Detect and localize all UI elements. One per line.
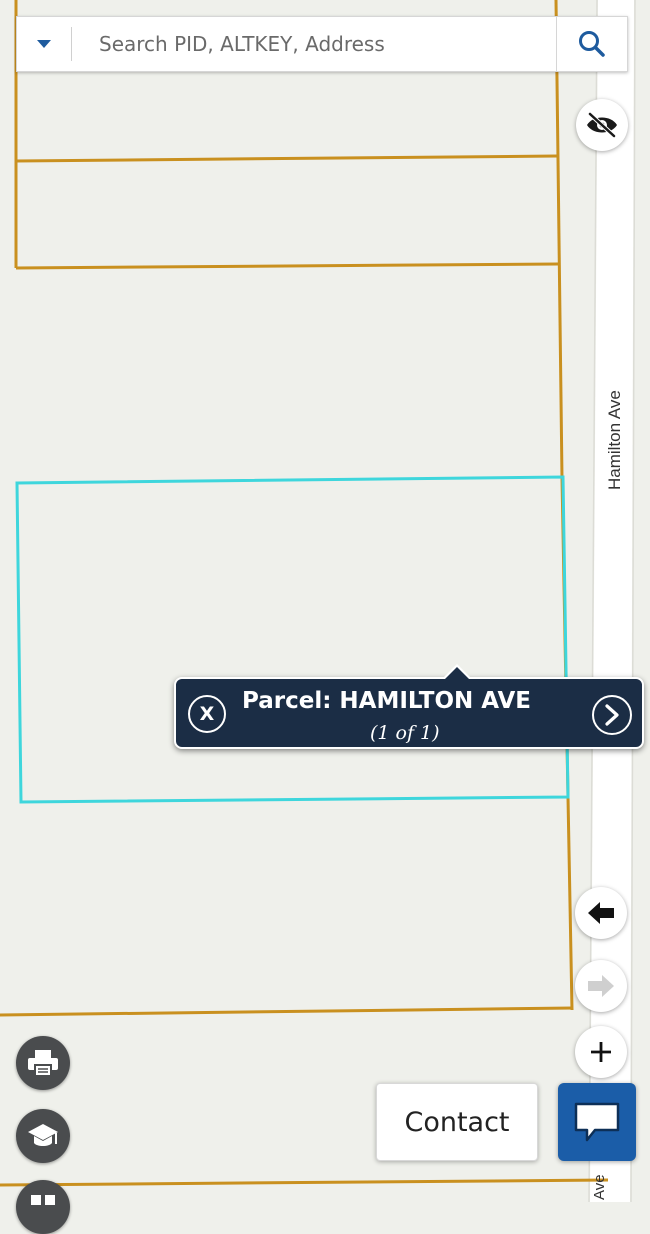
print-button[interactable] xyxy=(16,1036,70,1090)
back-button[interactable] xyxy=(575,887,627,939)
forward-button[interactable] xyxy=(575,960,627,1012)
chat-button[interactable] xyxy=(558,1083,636,1161)
tools-button[interactable] xyxy=(16,1109,70,1163)
search-bar xyxy=(16,16,628,72)
search-button[interactable] xyxy=(556,17,627,71)
zoom-in-button[interactable] xyxy=(575,1026,627,1078)
eye-slash-icon xyxy=(587,112,617,138)
parcel-popup: X Parcel: HAMILTON AVE (1 of 1) xyxy=(174,664,644,749)
chevron-right-icon xyxy=(605,704,619,726)
layers-button[interactable] xyxy=(16,1180,70,1234)
chat-bubble-icon xyxy=(574,1102,620,1142)
popup-title: Parcel: HAMILTON AVE xyxy=(242,688,532,714)
plus-icon xyxy=(591,1042,611,1062)
search-icon xyxy=(579,31,605,57)
popup-close-button[interactable]: X xyxy=(188,695,226,733)
street-label-hamilton-ave: Hamilton Ave xyxy=(605,390,624,490)
street-label-bottom: Ave xyxy=(591,1174,608,1200)
search-type-dropdown[interactable] xyxy=(17,17,71,71)
caret-down-icon xyxy=(37,40,51,48)
search-input[interactable] xyxy=(72,17,556,71)
grid-icon xyxy=(31,1195,55,1205)
contact-button[interactable]: Contact xyxy=(376,1083,538,1161)
popup-pointer-inner xyxy=(444,667,470,680)
printer-icon xyxy=(28,1050,58,1077)
popup-result-count: (1 of 1) xyxy=(370,722,440,744)
arrow-right-icon xyxy=(588,975,614,997)
arrow-left-icon xyxy=(588,902,614,924)
popup-next-button[interactable] xyxy=(592,695,632,735)
hide-layers-button[interactable] xyxy=(576,99,628,151)
map-canvas[interactable]: Hamilton Ave Ave xyxy=(0,0,650,1202)
graduation-cap-icon xyxy=(28,1124,58,1146)
